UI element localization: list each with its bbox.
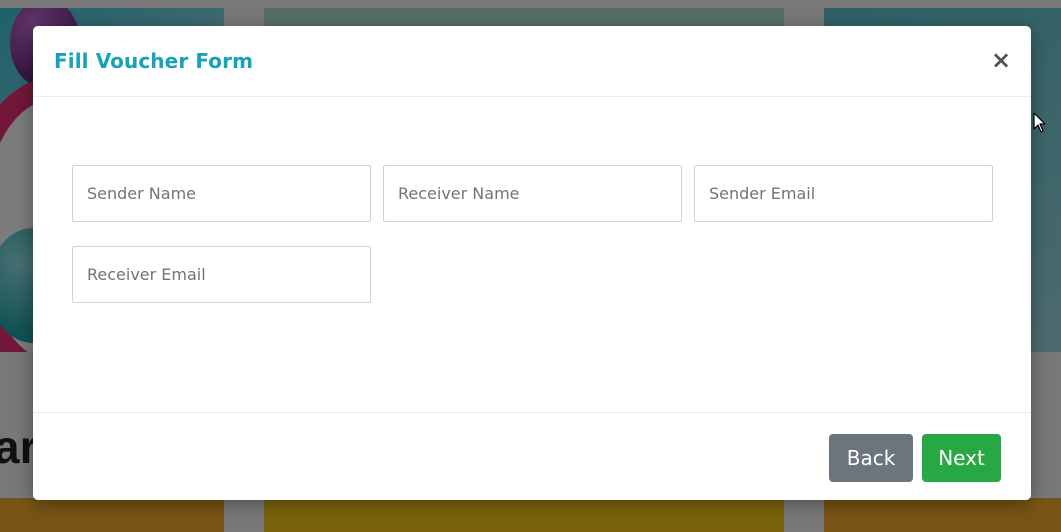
voucher-form-modal: Fill Voucher Form × Back Next <box>33 26 1031 500</box>
receiver-email-input[interactable] <box>72 246 371 303</box>
next-button[interactable]: Next <box>922 434 1001 482</box>
back-button[interactable]: Back <box>829 434 913 482</box>
close-icon[interactable]: × <box>989 46 1013 74</box>
modal-body <box>33 97 1031 413</box>
sender-name-input[interactable] <box>72 165 371 222</box>
mouse-pointer-icon <box>1033 112 1046 133</box>
receiver-name-input[interactable] <box>383 165 682 222</box>
sender-email-input[interactable] <box>694 165 993 222</box>
modal-header: Fill Voucher Form × <box>33 26 1031 97</box>
modal-footer: Back Next <box>33 413 1031 501</box>
modal-title: Fill Voucher Form <box>54 49 254 73</box>
